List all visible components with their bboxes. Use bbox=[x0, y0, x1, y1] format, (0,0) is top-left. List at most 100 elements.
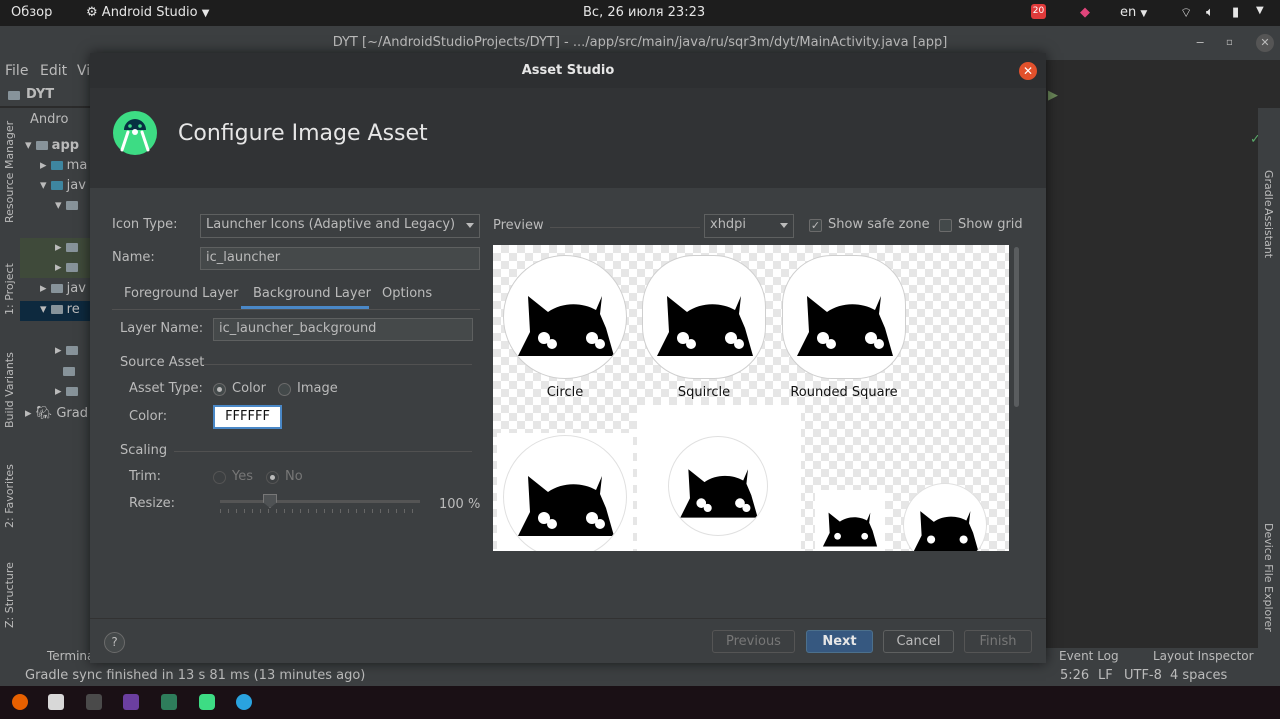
menu-edit[interactable]: Edit bbox=[40, 63, 67, 79]
tree-item[interactable] bbox=[55, 364, 79, 379]
launcher-glyph-icon bbox=[657, 296, 753, 356]
tree-item[interactable]: ▾ bbox=[55, 198, 82, 213]
asset-type-color-label[interactable]: Color bbox=[232, 381, 266, 396]
tree-item[interactable]: ▾ re bbox=[40, 302, 80, 317]
section-divider bbox=[202, 364, 472, 365]
preview-scrollbar-thumb[interactable] bbox=[1014, 247, 1019, 407]
app-indicator-icon[interactable]: ◆ bbox=[1080, 5, 1090, 20]
preview-full-bleed-icon bbox=[497, 433, 633, 551]
chevron-down-icon[interactable]: ▼ bbox=[1256, 5, 1264, 16]
ide-icon[interactable] bbox=[123, 694, 139, 710]
maximize-icon[interactable]: ▫ bbox=[1226, 26, 1233, 60]
app-menu[interactable]: ⚙ Android Studio ▼ bbox=[86, 5, 209, 20]
tab-background-layer[interactable]: Background Layer bbox=[253, 286, 371, 301]
close-icon[interactable]: ✕ bbox=[1256, 34, 1274, 52]
volume-icon[interactable]: 🔈︎ bbox=[1206, 5, 1214, 20]
activities-button[interactable]: Обзор bbox=[11, 5, 52, 20]
battery-icon[interactable]: ▮ bbox=[1232, 5, 1239, 20]
menu-bar: File Edit Vi bbox=[0, 60, 90, 84]
notification-badge[interactable]: 20 bbox=[1031, 4, 1046, 19]
pycharm-icon[interactable] bbox=[161, 694, 177, 710]
tree-item[interactable]: ▸ jav bbox=[40, 281, 86, 296]
show-grid-label[interactable]: Show grid bbox=[958, 217, 1023, 232]
help-button[interactable]: ? bbox=[104, 632, 125, 653]
minimize-icon[interactable]: ‒ bbox=[1196, 26, 1204, 60]
status-message[interactable]: Gradle sync finished in 13 s 81 ms (13 m… bbox=[25, 668, 365, 683]
asset-type-image-radio[interactable] bbox=[278, 383, 291, 396]
icon-type-label: Icon Type: bbox=[112, 217, 178, 232]
name-input[interactable]: ic_launcher bbox=[200, 247, 480, 270]
tab-foreground-layer[interactable]: Foreground Layer bbox=[124, 286, 238, 301]
dialog-title: Asset Studio bbox=[90, 53, 1046, 88]
tool-structure[interactable]: Z: Structure bbox=[3, 562, 16, 628]
tool-device-file-explorer[interactable]: Device File Explorer bbox=[1262, 523, 1275, 632]
trim-yes-label[interactable]: Yes bbox=[232, 469, 253, 484]
slider-thumb[interactable] bbox=[263, 494, 277, 508]
asset-studio-dialog: Asset Studio ✕ Configure Image Asset Ico… bbox=[90, 53, 1046, 663]
icon-type-select[interactable]: Launcher Icons (Adaptive and Legacy) bbox=[200, 214, 480, 238]
tool-build-variants[interactable]: Build Variants bbox=[3, 352, 16, 428]
tree-item[interactable]: ▸ 🐘︎ Grad bbox=[25, 406, 88, 421]
run-icon[interactable]: ▶ bbox=[1048, 88, 1058, 103]
tree-item[interactable]: ▸ bbox=[55, 384, 82, 399]
cancel-button[interactable]: Cancel bbox=[883, 630, 954, 653]
preview-squircle-icon bbox=[642, 255, 766, 379]
layer-name-input[interactable]: ic_launcher_background bbox=[213, 318, 473, 341]
trim-no-label[interactable]: No bbox=[285, 469, 303, 484]
project-view-selector[interactable]: Andro bbox=[30, 112, 68, 127]
previous-button[interactable]: Previous bbox=[712, 630, 795, 653]
tree-item[interactable]: ▾ app bbox=[25, 138, 79, 153]
telegram-icon[interactable] bbox=[236, 694, 252, 710]
tool-event-log[interactable]: Event Log bbox=[1059, 649, 1119, 663]
tree-item[interactable]: ▾ jav bbox=[40, 178, 86, 193]
scaling-heading: Scaling bbox=[120, 443, 168, 458]
tree-item[interactable]: ▸ bbox=[55, 260, 82, 275]
files-icon[interactable] bbox=[48, 694, 64, 710]
tool-layout-inspector[interactable]: Layout Inspector bbox=[1153, 649, 1254, 663]
breadcrumb-project[interactable]: DYT bbox=[26, 87, 54, 102]
android-studio-icon: ⚙ bbox=[86, 5, 98, 20]
terminal-icon[interactable] bbox=[86, 694, 102, 710]
tool-favorites[interactable]: 2: Favorites bbox=[3, 464, 16, 528]
file-encoding[interactable]: UTF-8 bbox=[1124, 668, 1162, 683]
wifi-icon[interactable]: ⌔ bbox=[1180, 5, 1192, 21]
tool-assistant[interactable]: Assistant bbox=[1262, 208, 1275, 258]
android-studio-icon[interactable] bbox=[199, 694, 215, 710]
show-safe-zone-checkbox[interactable]: ✓ bbox=[809, 219, 822, 232]
close-icon[interactable]: ✕ bbox=[1019, 62, 1037, 80]
clock[interactable]: Вс, 26 июля 23:23 bbox=[583, 5, 705, 20]
firefox-icon[interactable] bbox=[12, 694, 28, 710]
tree-item[interactable]: ▸ bbox=[55, 240, 82, 255]
menu-view[interactable]: Vi bbox=[77, 63, 90, 79]
color-swatch-button[interactable]: FFFFFF bbox=[213, 405, 282, 429]
menu-file[interactable]: File bbox=[5, 63, 28, 79]
tree-item[interactable]: ▸ ma bbox=[40, 158, 87, 173]
left-tool-strip: Resource Manager 1: Project Build Varian… bbox=[0, 108, 20, 648]
tool-terminal[interactable]: Termina bbox=[47, 649, 94, 663]
next-button[interactable]: Next bbox=[806, 630, 873, 653]
caret-position[interactable]: 5:26 bbox=[1060, 668, 1089, 683]
chevron-down-icon: ▼ bbox=[1140, 9, 1148, 19]
trim-yes-radio[interactable] bbox=[213, 471, 226, 484]
language-selector[interactable]: en ▼ bbox=[1120, 5, 1147, 20]
breadcrumb: DYT bbox=[0, 84, 90, 106]
show-grid-checkbox[interactable] bbox=[939, 219, 952, 232]
asset-type-image-label[interactable]: Image bbox=[297, 381, 338, 396]
tool-resource-manager[interactable]: Resource Manager bbox=[3, 121, 16, 223]
preview-label-rounded-square: Rounded Square bbox=[790, 385, 898, 400]
tab-options[interactable]: Options bbox=[382, 286, 432, 301]
show-safe-zone-label[interactable]: Show safe zone bbox=[828, 217, 930, 232]
tool-gradle[interactable]: Gradle bbox=[1262, 170, 1275, 207]
line-separator[interactable]: LF bbox=[1098, 668, 1113, 683]
density-select[interactable]: xhdpi bbox=[704, 214, 794, 238]
finish-button[interactable]: Finish bbox=[964, 630, 1032, 653]
tree-item[interactable]: ▸ bbox=[55, 343, 82, 358]
indent-setting[interactable]: 4 spaces bbox=[1170, 668, 1227, 683]
asset-type-color-radio[interactable] bbox=[213, 383, 226, 396]
resize-slider[interactable] bbox=[220, 493, 420, 515]
trim-no-radio[interactable] bbox=[266, 471, 279, 484]
asset-type-label: Asset Type: bbox=[129, 381, 203, 396]
launcher-glyph-icon bbox=[518, 476, 614, 536]
tool-project[interactable]: 1: Project bbox=[3, 263, 16, 315]
status-bar: Gradle sync finished in 13 s 81 ms (13 m… bbox=[0, 666, 1280, 686]
